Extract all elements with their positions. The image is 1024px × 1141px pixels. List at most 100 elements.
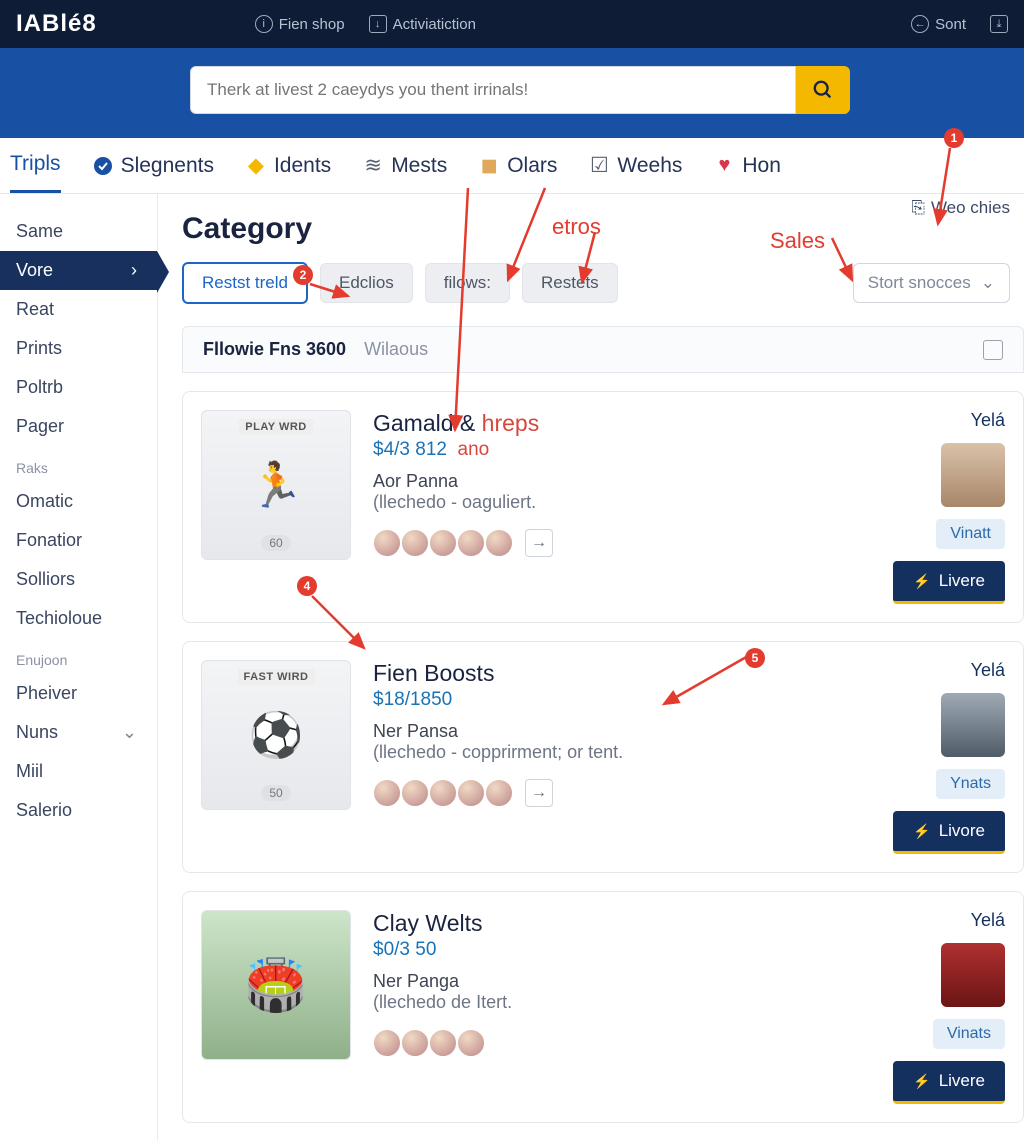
info-icon: i — [255, 15, 273, 33]
sidebar-item[interactable]: Omatic — [12, 482, 157, 521]
badge-vinatt[interactable]: Vinatt — [936, 519, 1005, 549]
download-icon: ↓ — [369, 15, 387, 33]
avatar[interactable] — [401, 1029, 429, 1057]
sidebar-item[interactable]: Fonatior — [12, 521, 157, 560]
sort-label: Stort snocces — [868, 273, 971, 293]
card-thumbnail[interactable]: FAST WIRD ⚽ 50 — [201, 660, 351, 810]
avatar[interactable] — [485, 779, 513, 807]
avatar[interactable] — [401, 779, 429, 807]
nav-activation-label: Activiatiction — [393, 16, 476, 33]
layout-toggle[interactable] — [983, 340, 1003, 360]
sidebar-item[interactable]: Techioloue — [12, 599, 157, 638]
tab-triples[interactable]: Tripls — [10, 138, 61, 193]
player-icon: 🏃 — [249, 435, 304, 535]
sidebar-item[interactable]: Poltrb — [12, 368, 157, 407]
seller-avatar[interactable] — [941, 943, 1005, 1007]
avatar[interactable] — [373, 1029, 401, 1057]
chip-restst[interactable]: Restst treld — [182, 262, 308, 304]
cta-label: Livere — [939, 571, 985, 591]
sidebar-item[interactable]: Pager — [12, 407, 157, 446]
tab-segments[interactable]: Slegnents — [93, 138, 214, 193]
avatar[interactable] — [401, 529, 429, 557]
avatar[interactable] — [485, 529, 513, 557]
card-title[interactable]: Fien Boosts — [373, 660, 833, 687]
avatar-row: → — [373, 779, 833, 807]
livere-button[interactable]: ⚡ Livore — [893, 811, 1005, 854]
badge-yela: Yelá — [971, 910, 1005, 931]
tab-idents[interactable]: ◆ Idents — [246, 138, 331, 193]
card-title[interactable]: Gamald & hreps — [373, 410, 833, 437]
check-circle-icon — [93, 156, 113, 176]
thumb-number: 60 — [261, 535, 290, 551]
avatar[interactable] — [457, 779, 485, 807]
chip-restets[interactable]: Restets — [522, 263, 618, 303]
body-layout: Same Vore › Reat Prints Poltrb Pager Rak… — [0, 194, 1024, 1141]
tab-mests[interactable]: ≋ Mests — [363, 138, 447, 193]
weo-chies-link[interactable]: ⎘ Weo chies — [911, 198, 1010, 218]
sidebar-item[interactable]: Pheiver — [12, 674, 157, 713]
top-bar: IABlé8 i Fien shop ↓ Activiatiction ← So… — [0, 0, 1024, 48]
price-b: ano — [458, 439, 490, 460]
card-title[interactable]: Clay Welts — [373, 910, 833, 937]
avatar-more[interactable]: → — [525, 529, 553, 557]
avatar-more[interactable]: → — [525, 779, 553, 807]
tab-label: Tripls — [10, 152, 61, 176]
avatar[interactable] — [429, 529, 457, 557]
search-input[interactable] — [190, 66, 796, 114]
sidebar-item[interactable]: Solliors — [12, 560, 157, 599]
card-meta1: Aor Panna — [373, 471, 833, 492]
sort-dropdown[interactable]: Stort snocces ⌄ — [853, 263, 1010, 303]
sidebar-item-vore[interactable]: Vore › — [0, 251, 157, 290]
user-icon: ⤓ — [990, 15, 1008, 33]
avatar[interactable] — [373, 779, 401, 807]
nav-activation[interactable]: ↓ Activiatiction — [369, 15, 476, 33]
result-card: 🏟️ Clay Welts $0/3 50 Ner Panga (lleched… — [182, 891, 1024, 1123]
livere-button[interactable]: ⚡ Livere — [893, 1061, 1005, 1104]
card-price: $0/3 50 — [373, 939, 833, 961]
bolt-icon: ⚡ — [913, 573, 930, 590]
sidebar-item[interactable]: Salerio — [12, 791, 157, 830]
tab-label: Mests — [391, 154, 447, 178]
card-meta1: Ner Panga — [373, 971, 833, 992]
card-thumbnail[interactable]: 🏟️ — [201, 910, 351, 1060]
nav-sort[interactable]: ← Sont — [911, 15, 966, 33]
page-title: Category — [182, 212, 1024, 246]
avatar[interactable] — [429, 779, 457, 807]
heart-icon: ♥ — [714, 156, 734, 176]
card-title-a: Clay Welts — [373, 910, 483, 936]
nav-shop[interactable]: i Fien shop — [255, 15, 345, 33]
tab-hon[interactable]: ♥ Hon — [714, 138, 781, 193]
result-card: PLAY WRD 🏃 60 Gamald & hreps $4/3 812 an… — [182, 391, 1024, 623]
chip-filows[interactable]: filows: — [425, 263, 510, 303]
tab-olars[interactable]: ◼ Olars — [479, 138, 557, 193]
avatar[interactable] — [429, 1029, 457, 1057]
search-button[interactable] — [796, 66, 850, 114]
card-thumbnail[interactable]: PLAY WRD 🏃 60 — [201, 410, 351, 560]
card-body: Gamald & hreps $4/3 812 ano Aor Panna (l… — [373, 410, 833, 604]
sidebar-item[interactable]: Prints — [12, 329, 157, 368]
badge-yela: Yelá — [971, 410, 1005, 431]
results-count: Fllowie Fns 3600 — [203, 339, 346, 360]
sidebar-item-same[interactable]: Same — [12, 212, 157, 251]
tab-weehs[interactable]: ☑ Weehs — [589, 138, 682, 193]
chip-edclios[interactable]: Edclios — [320, 263, 413, 303]
sidebar-item[interactable]: Reat — [12, 290, 157, 329]
avatar[interactable] — [457, 529, 485, 557]
seller-avatar[interactable] — [941, 443, 1005, 507]
sidebar-item[interactable]: Miil — [12, 752, 157, 791]
result-card: FAST WIRD ⚽ 50 Fien Boosts $18/1850 Ner … — [182, 641, 1024, 873]
badge-vinatt[interactable]: Ynats — [936, 769, 1005, 799]
chevron-down-icon: ⌄ — [122, 722, 137, 743]
livere-button[interactable]: ⚡ Livere — [893, 561, 1005, 604]
sidebar-item-nuns[interactable]: Nuns ⌄ — [12, 713, 157, 752]
nav-account[interactable]: ⤓ — [990, 15, 1008, 33]
avatar[interactable] — [457, 1029, 485, 1057]
avatar[interactable] — [373, 529, 401, 557]
seller-avatar[interactable] — [941, 693, 1005, 757]
card-right: Yelá Vinatt ⚡ Livere — [855, 410, 1005, 604]
weo-chies-label: Weo chies — [931, 198, 1010, 218]
square-icon: ◼ — [479, 156, 499, 176]
thumb-tag: PLAY WRD — [239, 419, 312, 435]
card-title-a: Gamald & — [373, 410, 482, 436]
thumb-number: 50 — [261, 785, 290, 801]
